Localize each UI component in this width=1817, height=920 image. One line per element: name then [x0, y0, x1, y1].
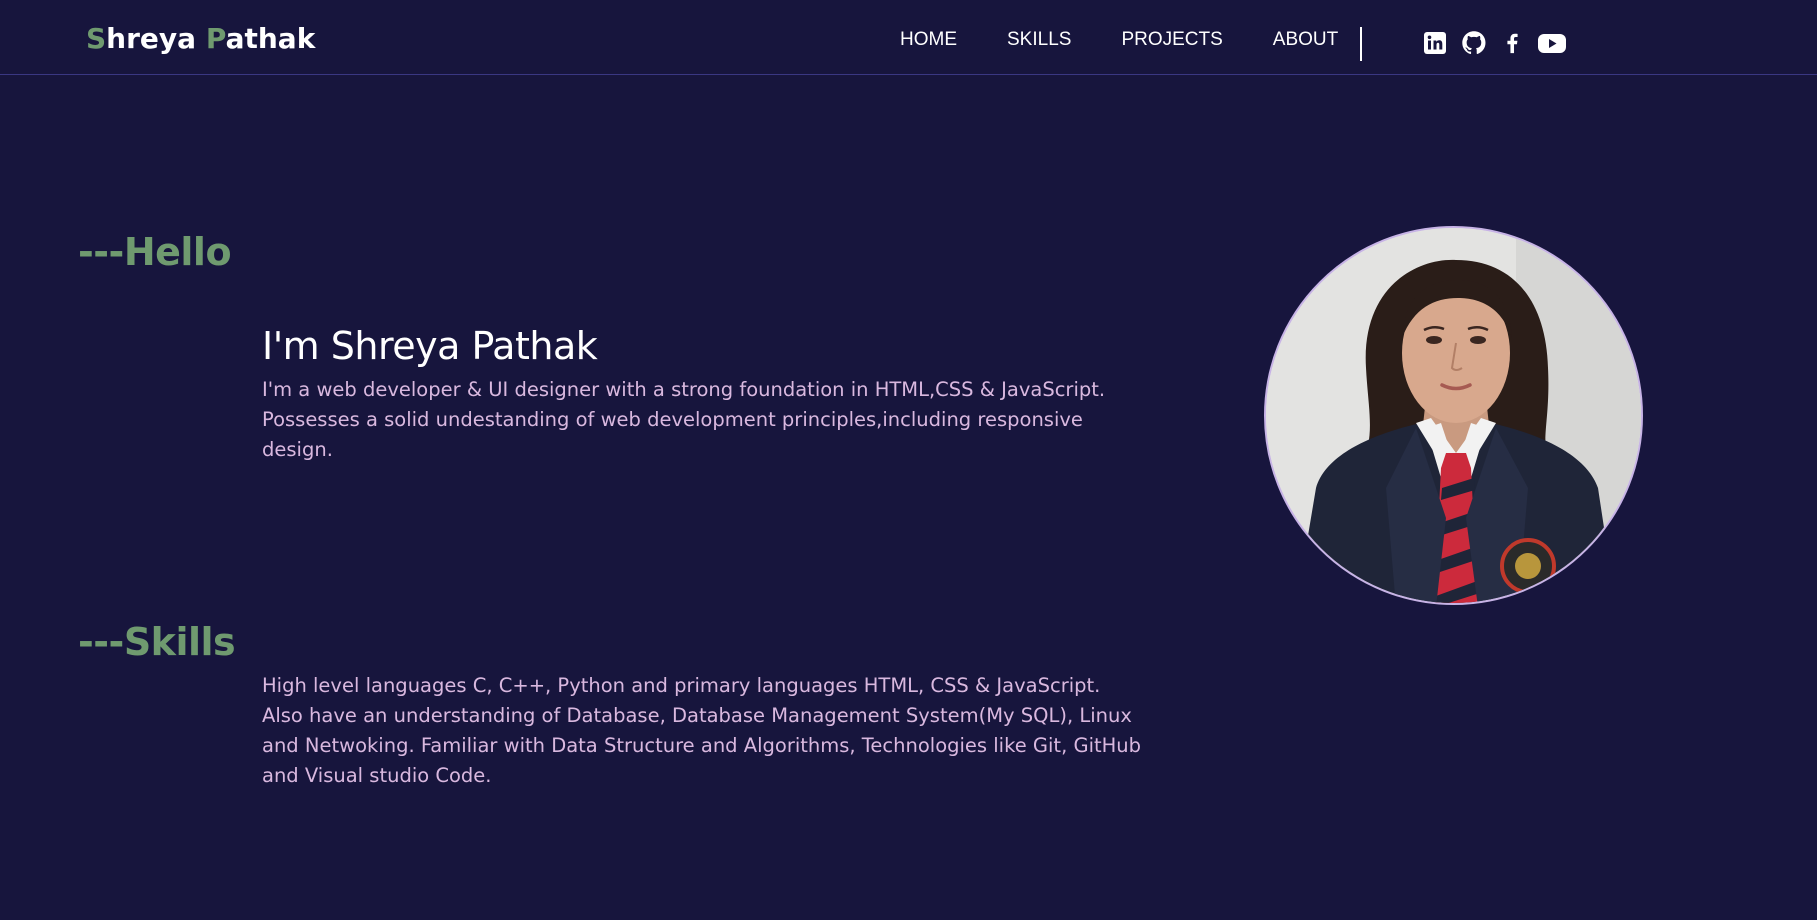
- intro-description: I'm a web developer & UI designer with a…: [262, 378, 1106, 461]
- logo-last-rest: athak: [225, 22, 316, 55]
- social-links: [1423, 30, 1581, 56]
- nav-skills-link[interactable]: SKILLS: [1007, 29, 1071, 51]
- nav-divider: [1360, 27, 1362, 61]
- nav-projects-link[interactable]: PROJECTS: [1121, 29, 1222, 51]
- logo-first-rest: hreya: [106, 22, 206, 55]
- nav-home-link[interactable]: HOME: [900, 29, 957, 51]
- logo-first-initial: S: [86, 22, 107, 55]
- navbar: Shreya Pathak HOME SKILLS PROJECTS ABOUT: [0, 0, 1817, 75]
- skills-description: High level languages C, C++, Python and …: [262, 674, 1142, 787]
- intro-name: I'm Shreya Pathak: [262, 324, 598, 368]
- github-icon[interactable]: [1461, 30, 1487, 56]
- youtube-icon[interactable]: [1537, 31, 1567, 55]
- facebook-icon[interactable]: [1501, 30, 1523, 56]
- linkedin-icon[interactable]: [1423, 31, 1447, 55]
- logo-last-initial: P: [205, 22, 226, 55]
- skills-heading: ---Skills: [78, 620, 236, 664]
- hello-heading: ---Hello: [78, 230, 232, 274]
- portfolio-page: Shreya Pathak HOME SKILLS PROJECTS ABOUT: [0, 0, 1817, 920]
- site-logo[interactable]: Shreya Pathak: [86, 22, 315, 55]
- profile-photo: [1264, 226, 1643, 605]
- main-nav: HOME SKILLS PROJECTS ABOUT: [900, 29, 1388, 51]
- nav-about-link[interactable]: ABOUT: [1273, 29, 1338, 51]
